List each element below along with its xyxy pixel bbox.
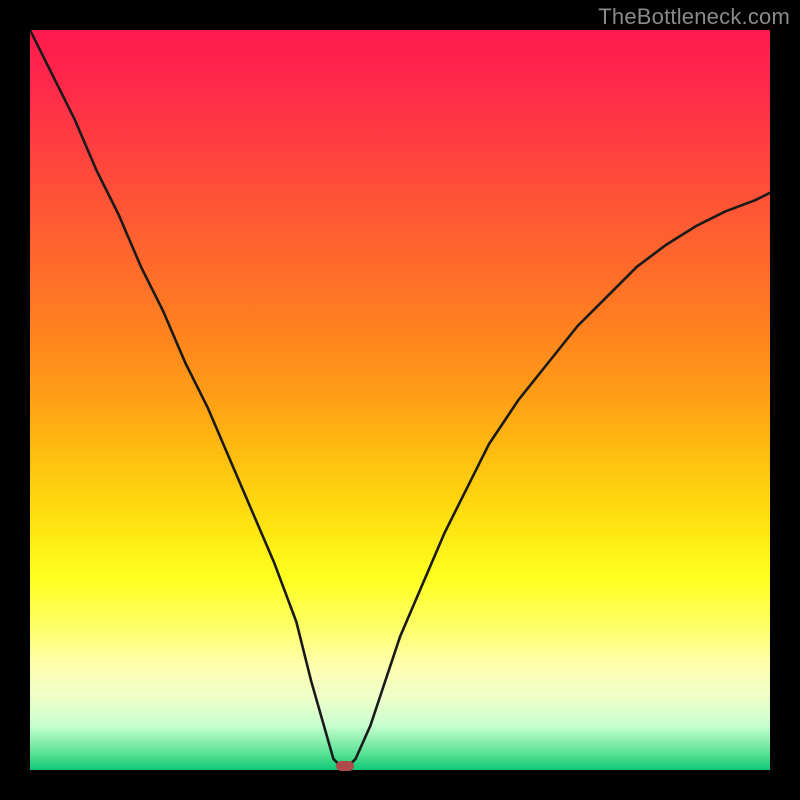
- watermark-text: TheBottleneck.com: [598, 4, 790, 30]
- optimal-point-marker: [336, 761, 354, 771]
- bottleneck-curve: [30, 30, 770, 770]
- chart-frame: TheBottleneck.com: [0, 0, 800, 800]
- plot-area: [30, 30, 770, 770]
